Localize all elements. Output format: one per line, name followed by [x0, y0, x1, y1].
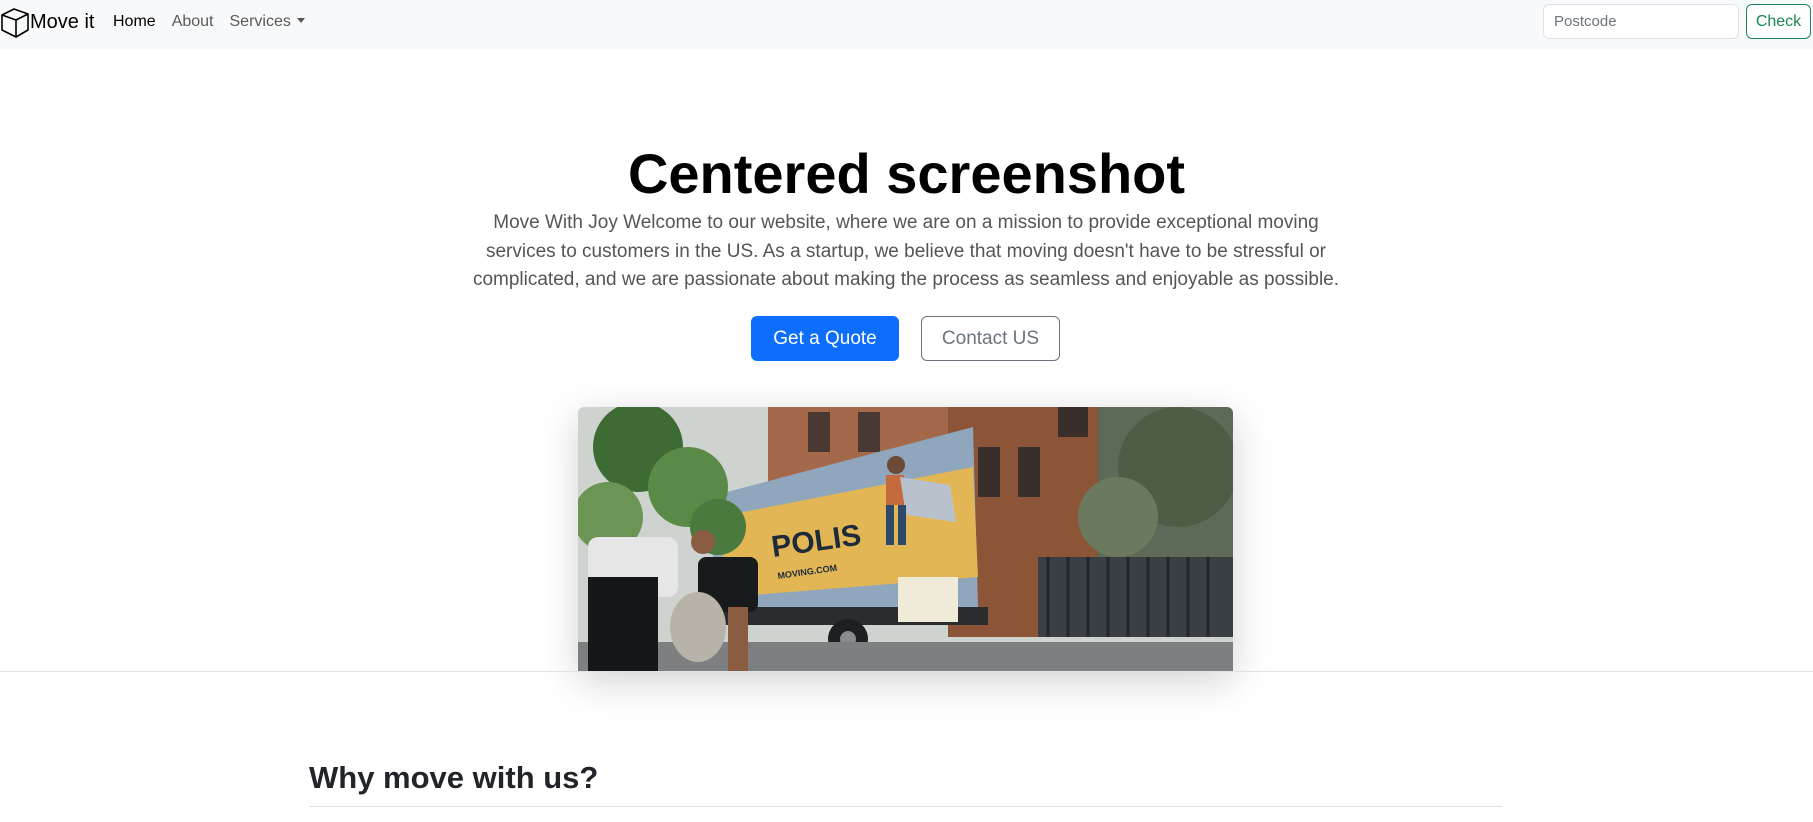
- contact-us-button[interactable]: Contact US: [921, 316, 1060, 361]
- nav-services-dropdown[interactable]: Services: [230, 13, 305, 31]
- chevron-down-icon: [296, 17, 305, 23]
- get-quote-button[interactable]: Get a Quote: [751, 316, 899, 361]
- check-button[interactable]: Check: [1746, 4, 1811, 39]
- hero-lead-text: Move With Joy Welcome to our website, wh…: [472, 212, 1340, 290]
- postcode-input[interactable]: [1543, 4, 1739, 39]
- brand-name: Move it: [30, 10, 95, 33]
- why-move-heading: Why move with us?: [309, 760, 599, 795]
- hero-moving-truck-image: POLIS MOVING.COM: [578, 407, 1233, 671]
- nav-links: Home About Services: [113, 0, 321, 43]
- heading-underline: [309, 806, 1502, 807]
- nav-services-label: Services: [229, 12, 291, 30]
- top-navbar: Move it Home About Services Check: [0, 0, 1813, 49]
- box-icon: [1, 8, 29, 38]
- moving-truck-illustration: POLIS MOVING.COM: [578, 407, 1233, 671]
- section-divider: [0, 671, 1813, 672]
- hero-title: Centered screenshot: [627, 142, 1186, 205]
- nav-home[interactable]: Home: [113, 13, 156, 31]
- brand-link[interactable]: Move it: [0, 4, 94, 40]
- nav-about[interactable]: About: [172, 13, 214, 31]
